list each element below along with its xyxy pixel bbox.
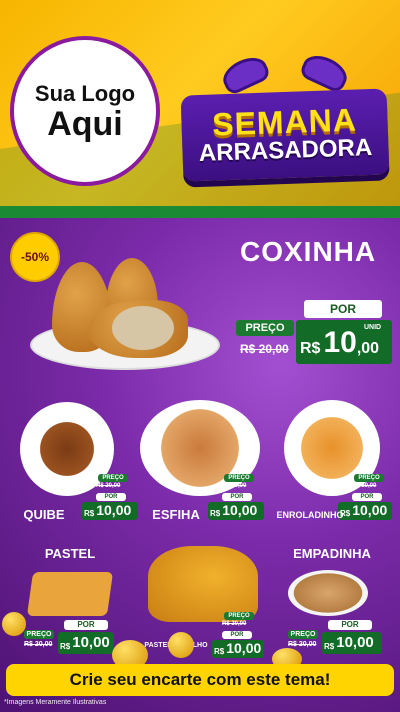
new-price-box: R$ 10,00 bbox=[58, 632, 114, 654]
por-label: POR bbox=[64, 620, 108, 630]
unit-label: UNID bbox=[364, 324, 382, 331]
pastel-de-milho-image bbox=[148, 546, 258, 622]
product-name: ESFIHA bbox=[152, 507, 200, 522]
preco-label: PREÇO bbox=[236, 320, 294, 336]
preco-label: PREÇO bbox=[354, 474, 384, 482]
cta-banner[interactable]: Crie seu encarte com este tema! bbox=[6, 664, 394, 696]
old-price: R$ 20,00 bbox=[222, 483, 247, 489]
price-dec: ,00 bbox=[356, 340, 380, 357]
product-name: QUIBE bbox=[23, 507, 65, 522]
new-price-box: R$ 10,00 bbox=[322, 632, 382, 654]
preco-label: PREÇO bbox=[98, 474, 128, 482]
currency: R$ bbox=[60, 642, 71, 651]
coin-decoration bbox=[168, 632, 194, 658]
logo-line-1: Sua Logo bbox=[34, 81, 136, 106]
por-label: POR bbox=[304, 300, 382, 318]
preco-label: PREÇO bbox=[24, 630, 54, 639]
currency: R$ bbox=[210, 509, 221, 518]
por-label: POR bbox=[352, 493, 382, 501]
price-tag: POR PREÇO R$ 20,00 R$ 10,00 bbox=[288, 620, 384, 654]
price: 10,00 bbox=[72, 634, 110, 651]
price-tag: PREÇO R$ 20,00 POR R$ 10,00 bbox=[212, 612, 268, 658]
pastel-image bbox=[26, 572, 114, 616]
old-price: R$ 20,00 bbox=[24, 641, 53, 648]
price-tag: PREÇO R$ 20,00 POR R$ 10,00 bbox=[82, 474, 140, 520]
old-price: R$ 20,00 bbox=[96, 483, 121, 489]
price: 10,00 bbox=[352, 502, 388, 518]
product-name: EMPADINHA bbox=[293, 546, 371, 561]
logo-line-2: Aqui bbox=[47, 105, 123, 143]
price-int: 10 bbox=[323, 326, 357, 359]
old-price: R$ 20,00 bbox=[352, 483, 377, 489]
logo-placeholder[interactable]: Sua Logo Aqui bbox=[10, 36, 160, 186]
featured-price-tag: POR PREÇO R$ 20,00 R$ 10 ,00 UNID bbox=[236, 300, 392, 366]
por-label: POR bbox=[222, 631, 252, 639]
por-label: POR bbox=[328, 620, 372, 630]
price-tag: POR PREÇO R$ 20,00 R$ 10,00 bbox=[24, 620, 114, 654]
preco-label: PREÇO bbox=[288, 630, 318, 639]
currency: R$ bbox=[214, 647, 225, 656]
new-price-box: R$ 10,00 bbox=[212, 640, 264, 658]
old-price: R$ 20,00 bbox=[222, 621, 247, 627]
por-label: POR bbox=[96, 493, 126, 501]
price: 10,00 bbox=[96, 502, 132, 518]
product-name: ENROLADINHO bbox=[276, 510, 344, 520]
campaign-badge: SEMANA ARRASADORA bbox=[180, 49, 390, 182]
green-divider bbox=[0, 206, 400, 218]
old-price: R$ 20,00 bbox=[288, 641, 317, 648]
currency: R$ bbox=[324, 642, 335, 651]
footnote: *Imagens Meramente Ilustrativas bbox=[4, 699, 107, 706]
por-label: POR bbox=[222, 493, 252, 501]
price-tag: PREÇO R$ 20,00 POR R$ 10,00 bbox=[208, 474, 266, 520]
price: 10,00 bbox=[336, 634, 374, 651]
preco-label: PREÇO bbox=[224, 474, 254, 482]
empadinha-image bbox=[288, 570, 368, 616]
price-tag: PREÇO R$ 20,00 POR R$ 10,00 bbox=[338, 474, 396, 520]
price: 10,00 bbox=[222, 502, 258, 518]
featured-product-name: COXINHA bbox=[240, 236, 377, 267]
coxinha-filling bbox=[112, 306, 174, 350]
currency: R$ bbox=[84, 509, 95, 518]
discount-badge: -50% bbox=[10, 232, 60, 282]
currency: R$ bbox=[300, 340, 321, 357]
new-price-box: R$ 10,00 bbox=[208, 502, 264, 520]
campaign-subtitle: ARRASADORA bbox=[198, 133, 373, 167]
old-price: R$ 20,00 bbox=[240, 342, 289, 356]
preco-label: PREÇO bbox=[224, 612, 254, 620]
product-name: PASTEL bbox=[44, 546, 96, 561]
new-price-box: R$ 10,00 bbox=[82, 502, 138, 520]
price: 10,00 bbox=[226, 640, 262, 656]
coin-decoration bbox=[2, 612, 26, 636]
